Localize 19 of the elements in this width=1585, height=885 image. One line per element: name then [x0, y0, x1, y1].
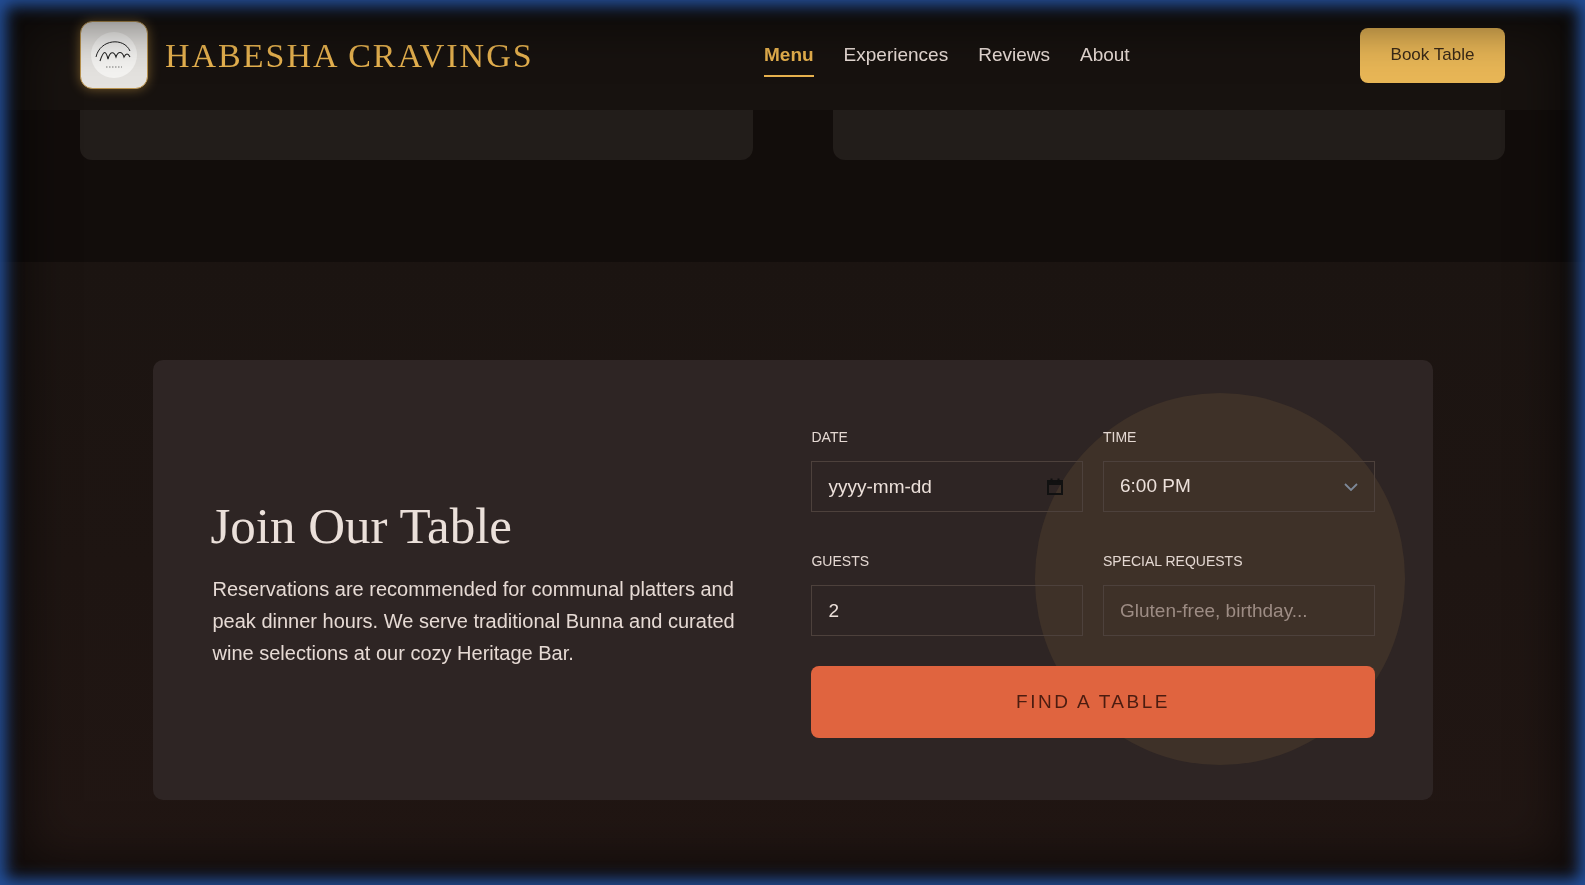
- field-label: SPECIAL REQUESTS: [1103, 552, 1244, 570]
- guests-field[interactable]: 2: [811, 585, 1083, 636]
- book-table-button[interactable]: Book Table: [1360, 27, 1505, 83]
- field-label: GUESTS: [811, 552, 871, 570]
- section-description: Reservations are recommended for communal platters and peak dinner hours. We serve traditional Bunna and curated wine selections at our cozy Heritage Bar.: [211, 577, 736, 666]
- nav-link[interactable]: Experiences: [843, 32, 949, 78]
- field-label: DATE: [811, 428, 849, 446]
- section-title: Join Our Table: [210, 497, 512, 555]
- nav-link[interactable]: Reviews: [978, 32, 1050, 78]
- date-field[interactable]: yyyy-mm-dd: [811, 461, 1083, 512]
- logo-icon[interactable]: [80, 21, 148, 89]
- chevron-down-icon: [1343, 482, 1358, 491]
- requests-field[interactable]: Gluten-free, birthday...: [1103, 585, 1375, 636]
- time-select[interactable]: 6:00 PM: [1103, 461, 1375, 512]
- brand-title[interactable]: HABESHA CRAVINGS: [165, 29, 534, 81]
- field-label: TIME: [1103, 428, 1138, 446]
- nav-link[interactable]: About: [1079, 32, 1130, 78]
- nav-link[interactable]: Menu: [764, 32, 814, 78]
- find-table-button[interactable]: FIND A TABLE: [811, 666, 1375, 738]
